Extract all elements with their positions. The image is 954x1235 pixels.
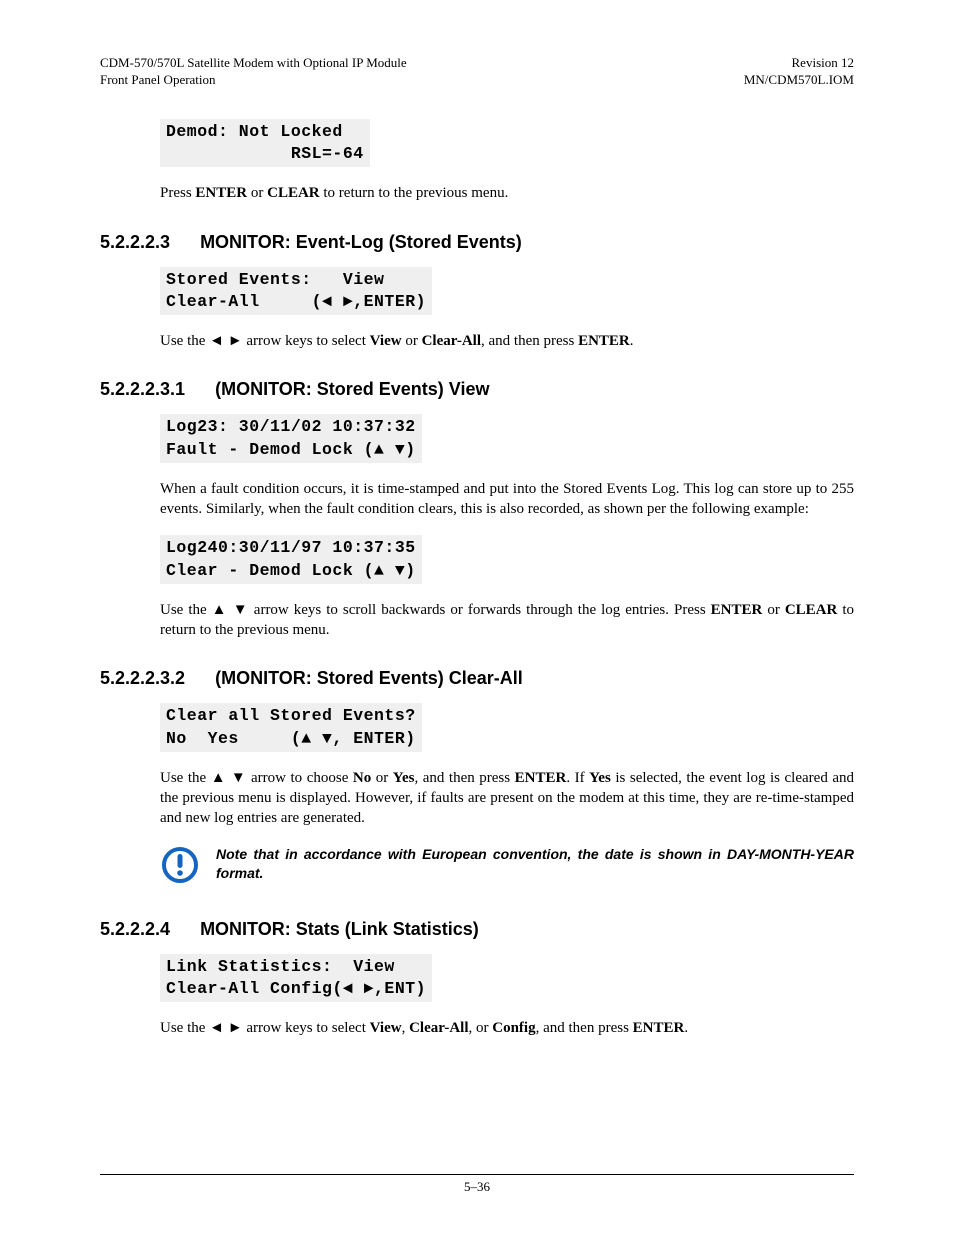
option-view: View — [370, 1020, 402, 1036]
header-left: CDM-570/570L Satellite Modem with Option… — [100, 55, 407, 89]
lcd-display-log-fault: Log23: 30/11/02 10:37:32 Fault - Demod L… — [160, 414, 422, 463]
text: , — [402, 1020, 410, 1036]
note-text: Note that in accordance with European co… — [216, 845, 854, 883]
lcd-display-demod: Demod: Not Locked RSL=-64 — [160, 119, 370, 168]
text: or — [247, 185, 267, 201]
key-enter: ENTER — [711, 602, 763, 618]
heading-title: (MONITOR: Stored Events) View — [215, 379, 489, 400]
text: , and then press — [481, 333, 578, 349]
lcd-display-log-clear: Log240:30/11/97 10:37:35 Clear - Demod L… — [160, 535, 422, 584]
header-left-line1: CDM-570/570L Satellite Modem with Option… — [100, 55, 407, 72]
lcd-line: Fault - Demod Lock (▲ ▼) — [166, 440, 416, 459]
heading-number: 5.2.2.2.4 — [100, 919, 170, 940]
text: or — [371, 770, 393, 786]
key-enter: ENTER — [578, 333, 630, 349]
paragraph: Use the ◄ ► arrow keys to select View, C… — [160, 1018, 854, 1038]
lcd-display-stored-events: Stored Events: View Clear-All (◄ ►,ENTER… — [160, 267, 432, 316]
lcd-line: No Yes (▲ ▼, ENTER) — [166, 729, 416, 748]
header-right-line1: Revision 12 — [744, 55, 854, 72]
text: Use the ◄ ► arrow keys to select — [160, 333, 370, 349]
text: . If — [566, 770, 589, 786]
lcd-line: Stored Events: View — [166, 270, 384, 289]
text: , and then press — [536, 1020, 633, 1036]
lcd-display-link-stats: Link Statistics: View Clear-All Config(◄… — [160, 954, 432, 1003]
page-number: 5–36 — [464, 1179, 490, 1194]
heading-title: MONITOR: Stats (Link Statistics) — [200, 919, 479, 940]
lcd-line: Log240:30/11/97 10:37:35 — [166, 538, 416, 557]
paragraph: Press ENTER or CLEAR to return to the pr… — [160, 183, 854, 203]
header-left-line2: Front Panel Operation — [100, 72, 407, 89]
text: Use the ▲ ▼ arrow to choose — [160, 770, 353, 786]
section-heading: 5.2.2.2.4 MONITOR: Stats (Link Statistic… — [100, 919, 854, 940]
header-right-line2: MN/CDM570L.IOM — [744, 72, 854, 89]
text: . — [684, 1020, 688, 1036]
text: or — [402, 333, 422, 349]
text: . — [630, 333, 634, 349]
lcd-line: Clear - Demod Lock (▲ ▼) — [166, 561, 416, 580]
heading-title: MONITOR: Event-Log (Stored Events) — [200, 232, 522, 253]
document-page: CDM-570/570L Satellite Modem with Option… — [0, 0, 954, 1235]
paragraph: Use the ▲ ▼ arrow to choose No or Yes, a… — [160, 768, 854, 829]
lcd-line: Clear all Stored Events? — [166, 706, 416, 725]
key-clear: CLEAR — [267, 185, 320, 201]
lcd-line: Link Statistics: View — [166, 957, 395, 976]
option-yes: Yes — [589, 770, 611, 786]
key-enter: ENTER — [515, 770, 567, 786]
lcd-line: Clear-All Config(◄ ►,ENT) — [166, 979, 426, 998]
paragraph: Use the ▲ ▼ arrow keys to scroll backwar… — [160, 600, 854, 641]
heading-title: (MONITOR: Stored Events) Clear-All — [215, 668, 523, 689]
option-clear-all: Clear-All — [422, 333, 481, 349]
key-clear: CLEAR — [785, 602, 838, 618]
section-heading: 5.2.2.2.3.2 (MONITOR: Stored Events) Cle… — [100, 668, 854, 689]
text: to return to the previous menu. — [320, 185, 509, 201]
heading-number: 5.2.2.2.3.1 — [100, 379, 185, 400]
key-enter: ENTER — [195, 185, 247, 201]
lcd-line: Log23: 30/11/02 10:37:32 — [166, 417, 416, 436]
text: , or — [469, 1020, 493, 1036]
key-enter: ENTER — [633, 1020, 685, 1036]
heading-number: 5.2.2.2.3 — [100, 232, 170, 253]
text: Use the ◄ ► arrow keys to select — [160, 1020, 370, 1036]
page-footer: 5–36 — [100, 1174, 854, 1195]
page-header: CDM-570/570L Satellite Modem with Option… — [100, 55, 854, 89]
lcd-line: RSL=-64 — [166, 144, 364, 163]
text: Use the ▲ ▼ arrow keys to scroll backwar… — [160, 602, 711, 618]
option-no: No — [353, 770, 371, 786]
note-callout: Note that in accordance with European co… — [160, 845, 854, 885]
text: , and then press — [414, 770, 514, 786]
section-heading: 5.2.2.2.3 MONITOR: Event-Log (Stored Eve… — [100, 232, 854, 253]
paragraph: When a fault condition occurs, it is tim… — [160, 479, 854, 520]
lcd-line: Demod: Not Locked — [166, 122, 343, 141]
option-view: View — [370, 333, 402, 349]
section-heading: 5.2.2.2.3.1 (MONITOR: Stored Events) Vie… — [100, 379, 854, 400]
paragraph: Use the ◄ ► arrow keys to select View or… — [160, 331, 854, 351]
lcd-line: Clear-All (◄ ►,ENTER) — [166, 292, 426, 311]
attention-icon — [160, 845, 200, 885]
option-clear-all: Clear-All — [409, 1020, 468, 1036]
lcd-display-clear-all: Clear all Stored Events? No Yes (▲ ▼, EN… — [160, 703, 422, 752]
text: or — [762, 602, 784, 618]
text: Press — [160, 185, 195, 201]
header-right: Revision 12 MN/CDM570L.IOM — [744, 55, 854, 89]
option-yes: Yes — [393, 770, 415, 786]
option-config: Config — [492, 1020, 535, 1036]
heading-number: 5.2.2.2.3.2 — [100, 668, 185, 689]
